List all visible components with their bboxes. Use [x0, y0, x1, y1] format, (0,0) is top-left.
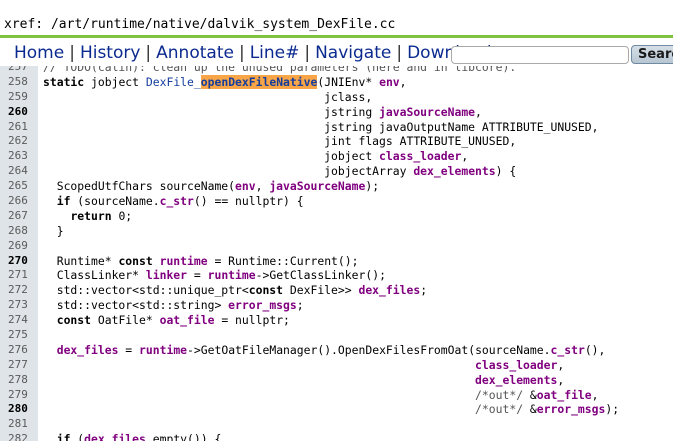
nav-home-link[interactable]: Home — [14, 43, 64, 63]
nav-separator: | — [69, 43, 75, 63]
line-number-link[interactable]: 271 — [8, 268, 36, 283]
code-text: ScopedUtfChars sourceName(env, javaSourc… — [43, 179, 380, 194]
nav-line-number-link[interactable]: Line# — [250, 43, 300, 63]
line-number-link[interactable]: 267 — [8, 209, 36, 224]
line-number-link[interactable]: 275 — [8, 328, 36, 343]
code-text: class_loader, — [475, 357, 565, 372]
line-number-link[interactable]: 277 — [8, 358, 36, 373]
code-line: 263 jobject class_loader, — [0, 149, 673, 164]
code-line: 270 Runtime* const runtime = Runtime::Cu… — [0, 254, 673, 269]
nav-separator: | — [304, 43, 311, 63]
nav-history-link[interactable]: History — [80, 43, 140, 63]
line-number-link[interactable]: 269 — [8, 239, 36, 254]
nav-links: Home | History | Annotate | Line# | Navi… — [14, 43, 492, 63]
code-line: 271 ClassLinker* linker = runtime->GetCl… — [0, 268, 673, 283]
nav-annotate-link[interactable]: Annotate — [156, 43, 234, 63]
line-number-link[interactable]: 272 — [8, 283, 36, 298]
line-number-link[interactable]: 278 — [8, 373, 36, 388]
xref-path-label: xref: /art/runtime/native/dalvik_system_… — [4, 17, 396, 32]
code-text: jclass, — [43, 89, 373, 104]
code-line: 281 — [0, 417, 673, 432]
search-button[interactable]: Search — [631, 45, 673, 64]
line-number-link[interactable]: 282 — [8, 432, 36, 441]
line-number-link[interactable]: 259 — [8, 90, 36, 105]
code-line: 260 jstring javaSourceName, — [0, 105, 673, 120]
code-line: 277 class_loader, — [0, 358, 673, 373]
code-text: /*out*/ &error_msgs); — [475, 402, 620, 417]
code-line: 266 if (sourceName.c_str() == nullptr) { — [0, 194, 673, 209]
line-number-link[interactable]: 264 — [8, 164, 36, 179]
code-line: 268 } — [0, 224, 673, 239]
code-line: 274 const OatFile* oat_file = nullptr; — [0, 313, 673, 328]
source-code-view: 257 // TODO(calin): clean up the unused p… — [0, 66, 673, 441]
line-number-link[interactable]: 280 — [8, 402, 36, 417]
line-number-link[interactable]: 261 — [8, 120, 36, 135]
code-line: 276 dex_files = runtime->GetOatFileManag… — [0, 343, 673, 358]
code-text: const OatFile* oat_file = nullptr; — [56, 313, 290, 328]
search-input[interactable] — [451, 46, 629, 64]
code-text: jstring javaSourceName, — [43, 104, 482, 119]
code-line: 259 jclass, — [0, 90, 673, 105]
code-line: 275 — [0, 328, 673, 343]
line-number-link[interactable]: 260 — [8, 105, 36, 120]
nav-navigate-link[interactable]: Navigate — [315, 43, 391, 63]
code-line: 257 // TODO(calin): clean up the unused p… — [0, 66, 673, 75]
code-lines: 257 // TODO(calin): clean up the unused p… — [0, 66, 673, 441]
code-text: jstring javaOutputName ATTRIBUTE_UNUSED, — [43, 119, 599, 134]
line-number-link[interactable]: 281 — [8, 417, 36, 432]
code-text: ClassLinker* linker = runtime->GetClassL… — [43, 268, 386, 283]
code-line: 262 jint flags ATTRIBUTE_UNUSED, — [0, 134, 673, 149]
code-text: jint flags ATTRIBUTE_UNUSED, — [43, 134, 517, 149]
code-text: jobjectArray dex_elements) { — [43, 164, 517, 179]
code-line: 264 jobjectArray dex_elements) { — [0, 164, 673, 179]
code-text: if (sourceName.c_str() == nullptr) { — [56, 194, 304, 209]
line-number-link[interactable]: 270 — [8, 254, 36, 269]
line-number-link[interactable]: 263 — [8, 149, 36, 164]
code-text: std::vector<std::string> error_msgs; — [43, 298, 304, 313]
line-number-link[interactable]: 262 — [8, 134, 36, 149]
line-number-link[interactable]: 258 — [8, 75, 36, 90]
line-number-link[interactable]: 266 — [8, 194, 36, 209]
line-number-link[interactable]: 276 — [8, 343, 36, 358]
code-line: 278 dex_elements, — [0, 373, 673, 388]
line-number-link[interactable]: 257 — [8, 66, 36, 75]
line-number-link[interactable]: 273 — [8, 298, 36, 313]
code-text: dex_files = runtime->GetOatFileManager()… — [56, 342, 606, 357]
code-text: std::vector<std::unique_ptr<const DexFil… — [43, 283, 428, 298]
code-line: 282 if (dex_files.empty()) { — [0, 432, 673, 441]
code-text: /*out*/ &oat_file, — [475, 387, 599, 402]
code-text: } — [43, 223, 64, 238]
code-line: 279 /*out*/ &oat_file, — [0, 388, 673, 403]
code-text: if (dex_files.empty()) { — [56, 432, 222, 441]
code-line: 258 static jobject DexFile_openDexFileNat… — [0, 74, 673, 90]
line-number-link[interactable]: 279 — [8, 388, 36, 403]
code-line: 269 — [0, 239, 673, 254]
code-line: 272 std::vector<std::unique_ptr<const De… — [0, 283, 673, 298]
xref-bar: xref: /art/runtime/native/dalvik_system_… — [0, 0, 673, 38]
code-text: static jobject DexFile_openDexFileNative… — [43, 74, 407, 89]
code-text: return 0; — [70, 208, 133, 223]
line-number-link[interactable]: 268 — [8, 224, 36, 239]
nav-separator: | — [145, 43, 152, 63]
code-text: Runtime* const runtime = Runtime::Curren… — [43, 253, 359, 268]
nav-separator: | — [396, 43, 403, 63]
code-line: 267 return 0; — [0, 209, 673, 224]
code-line: 261 jstring javaOutputName ATTRIBUTE_UNU… — [0, 120, 673, 135]
code-line: 265 ScopedUtfChars sourceName(env, javaS… — [0, 179, 673, 194]
code-text: jobject class_loader, — [43, 149, 469, 164]
code-text: dex_elements, — [475, 372, 565, 387]
nav-separator: | — [238, 43, 245, 63]
code-line: 273 std::vector<std::string> error_msgs; — [0, 298, 673, 313]
line-number-link[interactable]: 265 — [8, 179, 36, 194]
line-number-link[interactable]: 274 — [8, 313, 36, 328]
code-line: 280 /*out*/ &error_msgs); — [0, 402, 673, 417]
code-text: // TODO(calin): clean up the unused para… — [43, 66, 517, 74]
